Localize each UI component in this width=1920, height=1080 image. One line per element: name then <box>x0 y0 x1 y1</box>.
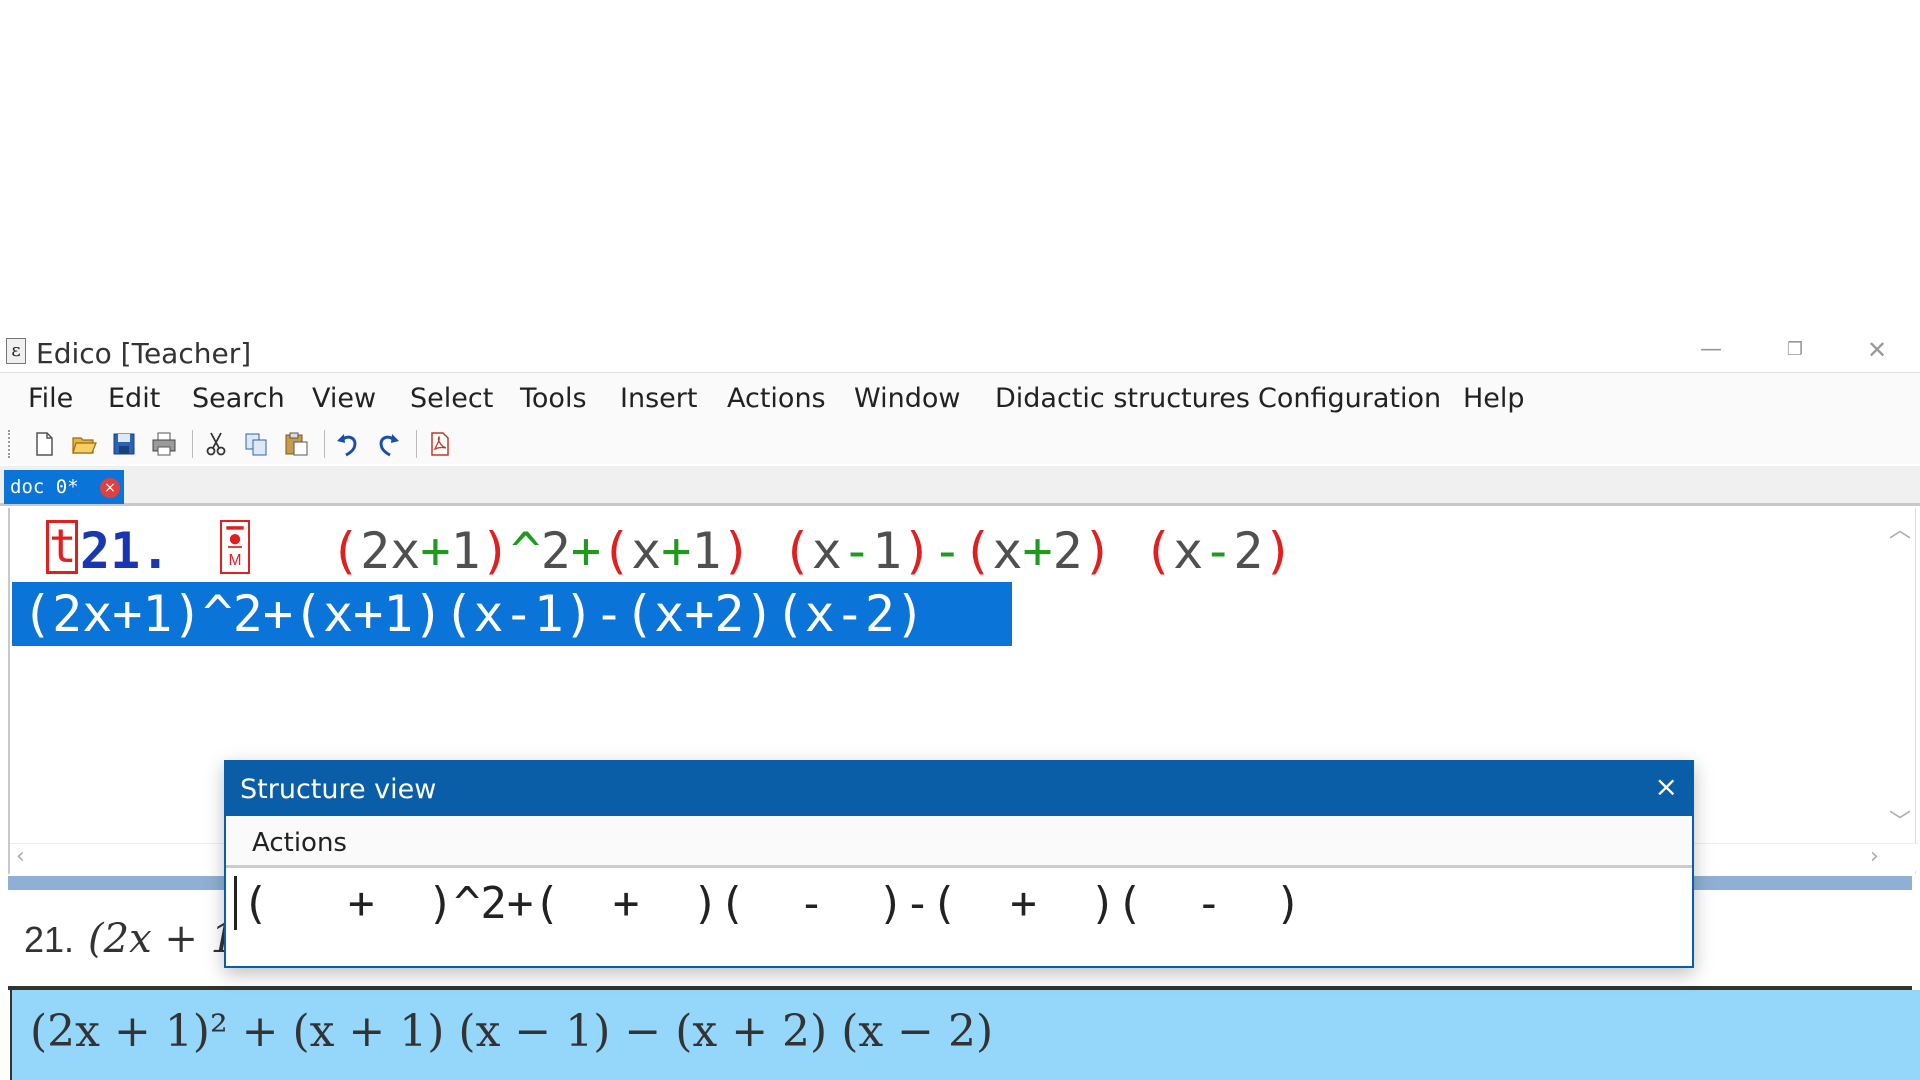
expression-token: ( <box>781 522 812 580</box>
preview-exercise-number: 21. <box>24 919 75 960</box>
expression-token <box>752 522 782 580</box>
scroll-right-arrow-icon[interactable]: › <box>1870 844 1879 869</box>
rendered-result: (2x + 1)² + (x + 1) (x − 1) − (x + 2) (x… <box>10 990 1920 1080</box>
new-document-icon[interactable] <box>30 430 58 458</box>
tab-doc-0[interactable]: doc 0* × <box>4 470 124 504</box>
structure-expression: ( + )^2+( + )( - )-( + )( - ) <box>242 878 1302 929</box>
toolbar-separator <box>192 430 193 458</box>
expression-token: ( <box>1142 522 1174 580</box>
text-cursor-marker: t <box>46 520 78 574</box>
selected-expression-line[interactable]: (2x+1)^2+(x+1)(x-1)-(x+2)(x-2) <box>12 582 1012 646</box>
colored-expression: (2x+1)^2+(x+1) (x-1)-(x+2) (x-2) <box>330 522 1294 580</box>
expression-token: + <box>570 522 601 580</box>
expression-token: 1 <box>450 522 481 580</box>
preview-expression: (2x + 1 <box>88 916 237 962</box>
scroll-down-arrow-icon[interactable]: ﹀ <box>1889 804 1911 836</box>
expression-token <box>1113 522 1143 580</box>
expression-token: + <box>1022 522 1053 580</box>
undo-icon[interactable] <box>334 430 362 458</box>
copy-icon[interactable] <box>242 430 270 458</box>
expression-token: 1 <box>871 522 903 580</box>
expression-token: 2x <box>360 522 421 580</box>
expression-token: - <box>932 522 963 580</box>
print-icon[interactable] <box>150 430 178 458</box>
menu-insert[interactable]: Insert <box>620 383 697 414</box>
structure-view-dialog: Structure view × Actions ( + )^2+( + )( … <box>224 760 1694 968</box>
cut-icon[interactable] <box>202 430 230 458</box>
dialog-title: Structure view <box>240 774 437 805</box>
expression-token: x <box>811 522 842 580</box>
expression-token: 2 <box>540 522 571 580</box>
menu-window[interactable]: Window <box>854 383 960 414</box>
dialog-close-icon[interactable]: × <box>1655 770 1678 803</box>
menu-search[interactable]: Search <box>192 383 285 414</box>
rendered-expression: (2x + 1)² + (x + 1) (x − 1) − (x + 2) (x… <box>30 1006 994 1057</box>
menu-tools[interactable]: Tools <box>520 383 587 414</box>
menu-bar: File Edit Search View Select Tools Inser… <box>0 372 1920 424</box>
expression-token: ) <box>1263 522 1294 580</box>
toolbar-separator <box>324 430 325 458</box>
expression-token: ( <box>600 522 632 580</box>
app-logo-icon: ε <box>6 338 26 364</box>
text-caret <box>234 876 237 930</box>
toolbar <box>0 424 1920 464</box>
expression-token: ( <box>962 522 993 580</box>
math-marker-label: M <box>229 552 242 569</box>
paste-icon[interactable] <box>282 430 310 458</box>
document-tabstrip: doc 0* × <box>0 466 1920 506</box>
tab-close-icon[interactable]: × <box>100 478 120 498</box>
window-titlebar: ε Edico [Teacher] — ❐ ✕ <box>0 330 1920 372</box>
tab-label: doc 0* <box>10 476 79 498</box>
close-window-button[interactable]: ✕ <box>1842 334 1912 366</box>
preview-line: 21. (2x + 1 <box>24 916 236 962</box>
scroll-up-arrow-icon[interactable]: ︿ <box>1889 512 1911 544</box>
expression-token: 2 <box>1052 522 1083 580</box>
menu-configuration[interactable]: Configuration <box>1258 383 1441 414</box>
expression-token: 1 <box>691 522 722 580</box>
menu-didactic-structures[interactable]: Didactic structures <box>995 383 1250 414</box>
structure-content[interactable]: ( + )^2+( + )( - )-( + )( - ) <box>230 872 1690 964</box>
expression-token: ) <box>1082 522 1113 580</box>
expression-token: x <box>992 522 1023 580</box>
menu-actions[interactable]: Actions <box>727 383 826 414</box>
expression-token: x <box>631 522 662 580</box>
pdf-icon[interactable] <box>426 430 454 458</box>
menu-file[interactable]: File <box>28 383 73 414</box>
window-title: Edico [Teacher] <box>36 337 252 370</box>
open-folder-icon[interactable] <box>70 430 98 458</box>
expression-token: + <box>661 522 692 580</box>
expression-token: 2 <box>1233 522 1264 580</box>
minimize-button[interactable]: — <box>1676 334 1746 366</box>
expression-token: + <box>420 522 451 580</box>
dialog-menubar: Actions <box>226 816 1692 868</box>
save-icon[interactable] <box>110 430 138 458</box>
menu-select[interactable]: Select <box>410 383 493 414</box>
expression-token: ) <box>721 522 752 580</box>
maximize-button[interactable]: ❐ <box>1760 334 1830 366</box>
expression-token: - <box>1203 522 1234 580</box>
menu-help[interactable]: Help <box>1463 383 1525 414</box>
expression-token: x <box>1173 522 1204 580</box>
expression-token: ^ <box>510 522 541 580</box>
math-block-icon[interactable]: M <box>220 520 250 574</box>
vertical-scrollbar[interactable]: ︿ ﹀ <box>1885 508 1915 838</box>
menu-edit[interactable]: Edit <box>108 383 160 414</box>
expression-token: ) <box>480 522 511 580</box>
scroll-left-arrow-icon[interactable]: ‹ <box>16 844 25 869</box>
dialog-titlebar[interactable]: Structure view × <box>226 762 1692 816</box>
expression-token: ( <box>330 522 361 580</box>
dialog-menu-actions[interactable]: Actions <box>252 828 347 858</box>
menu-view[interactable]: View <box>312 383 376 414</box>
expression-token: - <box>841 522 872 580</box>
exercise-number: 21. <box>80 522 171 580</box>
toolbar-grip[interactable] <box>8 430 12 458</box>
redo-icon[interactable] <box>374 430 402 458</box>
expression-token: ) <box>902 522 933 580</box>
toolbar-separator <box>416 430 417 458</box>
